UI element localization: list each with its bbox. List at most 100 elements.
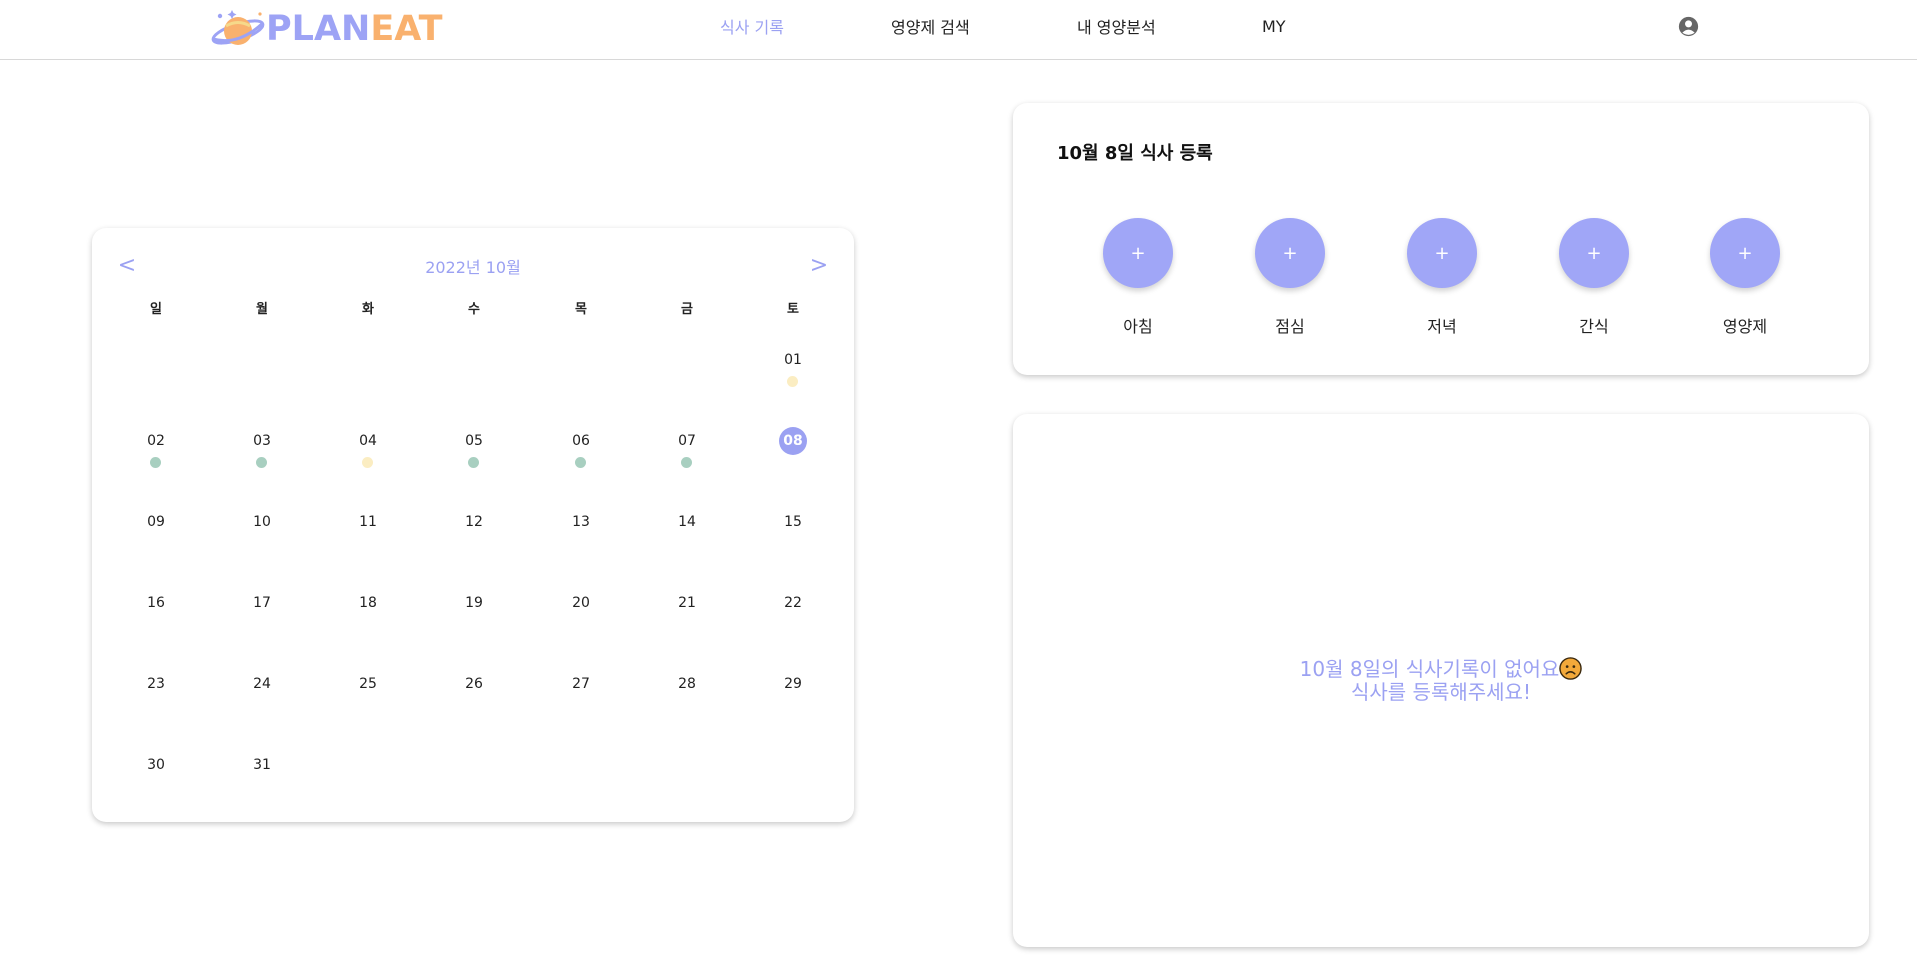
calendar-day[interactable]: 30: [126, 755, 186, 815]
day-number: 25: [359, 676, 377, 692]
day-number: 10: [253, 514, 271, 530]
calendar-day[interactable]: 29: [763, 674, 823, 734]
top-header: PLANEAT 식사 기록 영양제 검색 내 영양분석 MY: [0, 0, 1917, 60]
meal-status-dot: [256, 457, 267, 468]
calendar-day[interactable]: 25: [338, 674, 398, 734]
weekday-label: 토: [787, 302, 799, 317]
day-number: 03: [253, 433, 271, 449]
day-number: 18: [359, 595, 377, 611]
add-snack-button[interactable]: +: [1559, 218, 1629, 288]
meal-register-card: 10월 8일 식사 등록 + 아침 + 점심 + 저녁 + 간식 + 영양제: [1013, 103, 1869, 375]
lunch-label: 점심: [1275, 317, 1305, 336]
weekday-row: 일월화수목금토: [92, 298, 854, 318]
day-number: 04: [359, 433, 377, 449]
day-number: 13: [572, 514, 590, 530]
next-month-button[interactable]: >: [804, 250, 834, 280]
calendar-day[interactable]: 11: [338, 512, 398, 572]
add-supplement-button[interactable]: +: [1710, 218, 1780, 288]
day-number: 21: [678, 595, 696, 611]
calendar-day[interactable]: 08: [763, 427, 823, 491]
weekday-label: 화: [362, 302, 374, 317]
calendar-day[interactable]: 23: [126, 674, 186, 734]
weekday-label: 목: [575, 302, 587, 317]
nav-meal-record[interactable]: 식사 기록: [720, 0, 784, 52]
calendar-card: < 2022년 10월 > 일 월 화 수 목 금 토 01 02 03 04 05 06 07 08 09…: [92, 228, 854, 822]
day-number: 17: [253, 595, 271, 611]
calendar-day[interactable]: 02: [126, 431, 186, 491]
add-lunch-button[interactable]: +: [1255, 218, 1325, 288]
nav-my[interactable]: MY: [1262, 0, 1286, 52]
add-breakfast-button[interactable]: +: [1103, 218, 1173, 288]
snack-label: 간식: [1579, 317, 1609, 336]
calendar-day[interactable]: 24: [232, 674, 292, 734]
calendar-day[interactable]: 15: [763, 512, 823, 572]
logo-plan-text: PLAN: [266, 9, 371, 49]
calendar-day[interactable]: 05: [444, 431, 504, 491]
day-number: 27: [572, 676, 590, 692]
calendar-day[interactable]: 01: [763, 350, 823, 410]
planeat-logo[interactable]: PLANEAT: [210, 6, 443, 52]
day-number: 26: [465, 676, 483, 692]
day-number: 01: [784, 352, 802, 368]
calendar-day[interactable]: 16: [126, 593, 186, 653]
meal-status-dot: [150, 457, 161, 468]
nav-my-nutrition-analysis[interactable]: 내 영양분석: [1077, 0, 1156, 52]
weekday-label: 수: [468, 302, 480, 317]
calendar-day[interactable]: 20: [551, 593, 611, 653]
day-number: 28: [678, 676, 696, 692]
calendar-day[interactable]: 17: [232, 593, 292, 653]
calendar-day[interactable]: 13: [551, 512, 611, 572]
logo-eat-text: EAT: [370, 9, 443, 49]
day-number: 09: [147, 514, 165, 530]
meal-status-dot: [787, 376, 798, 387]
calendar-day[interactable]: 06: [551, 431, 611, 491]
empty-records-message: 10월 8일의 식사기록이 없어요 식사를 등록해주세요!: [1013, 657, 1869, 704]
calendar-day[interactable]: 07: [657, 431, 717, 491]
nav-supplement-search[interactable]: 영양제 검색: [891, 0, 970, 52]
register-title: 10월 8일 식사 등록: [1057, 143, 1213, 164]
day-number: 22: [784, 595, 802, 611]
weekday-label: 월: [256, 302, 268, 317]
day-number: 16: [147, 595, 165, 611]
calendar-day[interactable]: 09: [126, 512, 186, 572]
meal-status-dot: [575, 457, 586, 468]
calendar-day[interactable]: 03: [232, 431, 292, 491]
sad-face-icon: [1559, 657, 1583, 680]
calendar-day[interactable]: 26: [444, 674, 504, 734]
logo-wordmark: PLANEAT: [266, 9, 443, 49]
calendar-day[interactable]: 12: [444, 512, 504, 572]
day-number: 30: [147, 757, 165, 773]
add-dinner-button[interactable]: +: [1407, 218, 1477, 288]
calendar-day[interactable]: 22: [763, 593, 823, 653]
calendar-day[interactable]: 19: [444, 593, 504, 653]
calendar-day[interactable]: 04: [338, 431, 398, 491]
breakfast-label: 아침: [1123, 317, 1153, 336]
day-number: 14: [678, 514, 696, 530]
meal-status-dot: [362, 457, 373, 468]
day-number: 19: [465, 595, 483, 611]
calendar-header: < 2022년 10월 >: [92, 250, 854, 280]
empty-message-text: 10월 8일의 식사기록이 없어요: [1299, 657, 1560, 681]
day-number: 20: [572, 595, 590, 611]
calendar-day[interactable]: 10: [232, 512, 292, 572]
calendar-day[interactable]: 21: [657, 593, 717, 653]
day-number: 08: [779, 427, 807, 455]
weekday-label: 일: [150, 302, 162, 317]
day-number: 05: [465, 433, 483, 449]
dinner-label: 저녁: [1427, 317, 1457, 336]
calendar-day[interactable]: 27: [551, 674, 611, 734]
day-number: 07: [678, 433, 696, 449]
meal-status-dot: [468, 457, 479, 468]
day-number: 12: [465, 514, 483, 530]
day-number: 06: [572, 433, 590, 449]
planet-logo-icon: [211, 10, 265, 45]
meal-status-dot: [681, 457, 692, 468]
calendar-day[interactable]: 14: [657, 512, 717, 572]
calendar-day[interactable]: 18: [338, 593, 398, 653]
day-number: 11: [359, 514, 377, 530]
calendar-day[interactable]: 28: [657, 674, 717, 734]
day-number: 29: [784, 676, 802, 692]
empty-message-line-2: 식사를 등록해주세요!: [1351, 680, 1531, 704]
calendar-day[interactable]: 31: [232, 755, 292, 815]
user-circle-icon[interactable]: [1678, 16, 1699, 37]
